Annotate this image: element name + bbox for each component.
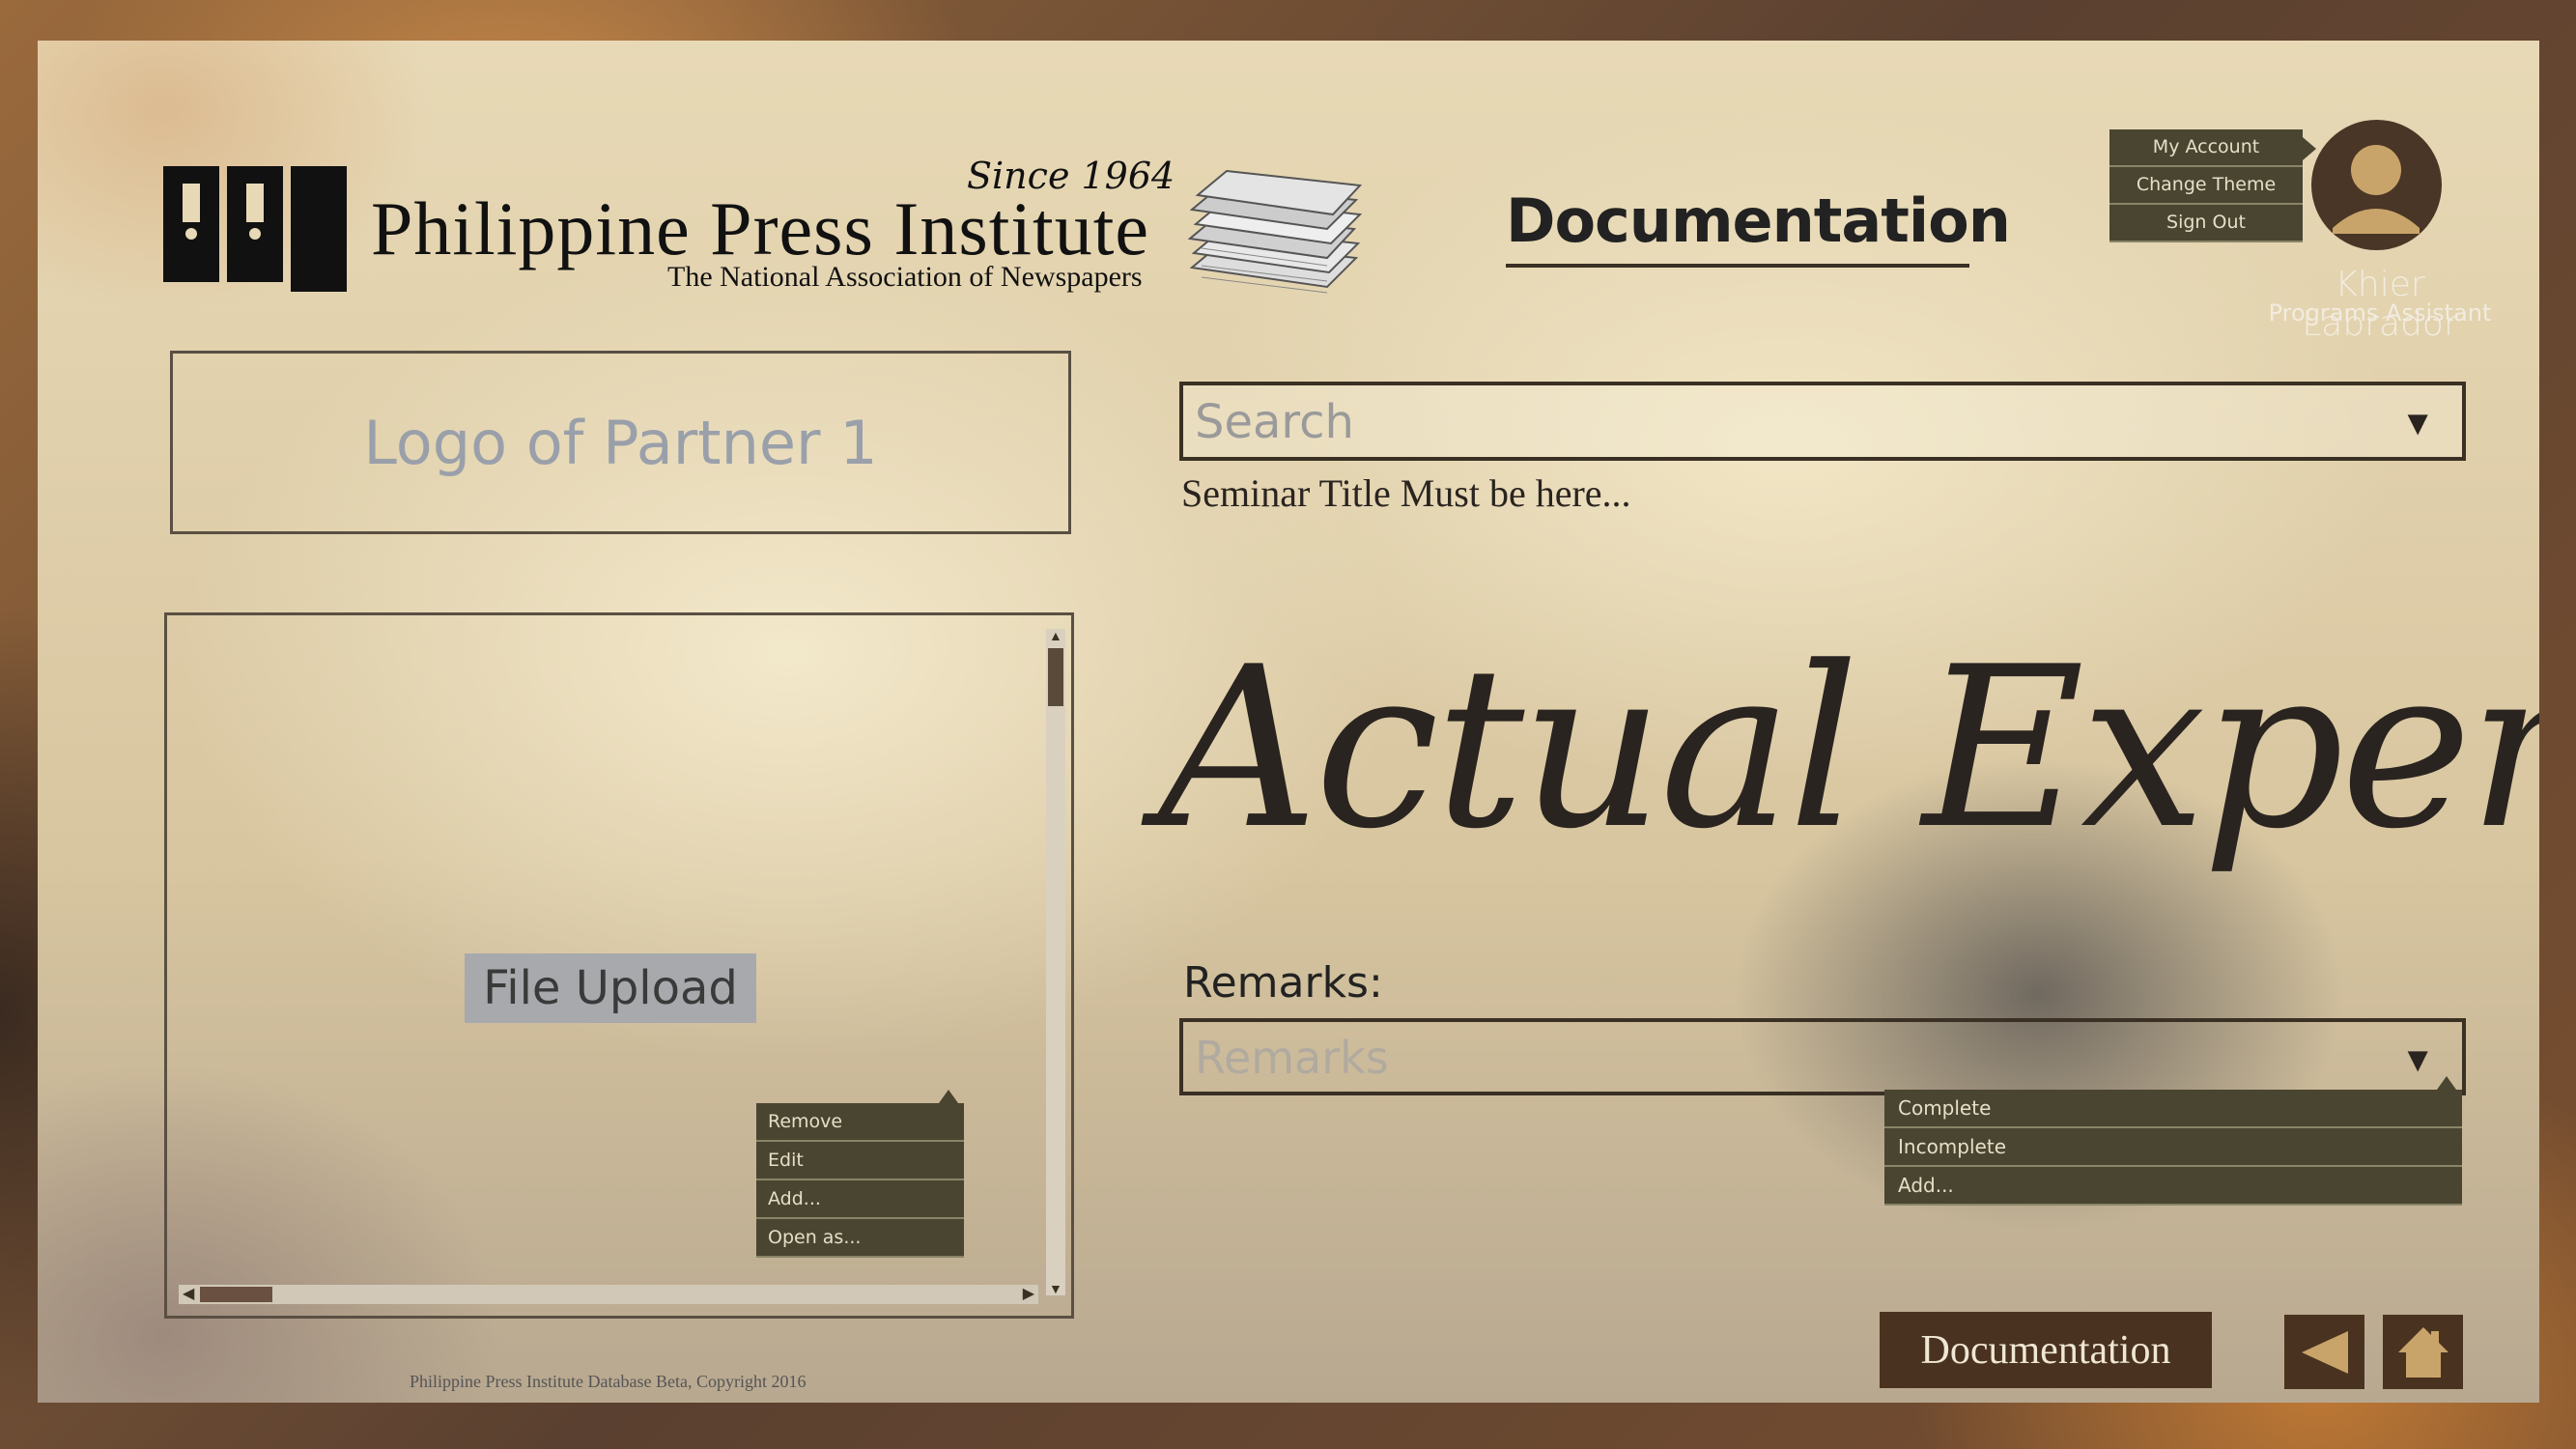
scroll-down-icon[interactable]: ▼ [1049, 1282, 1062, 1295]
remarks-input[interactable] [1183, 1022, 2394, 1094]
remarks-dropdown-menu: Complete Incomplete Add... [1884, 1076, 2462, 1206]
upload-vertical-scrollbar[interactable]: ▲ ▼ [1046, 629, 1065, 1295]
ppi-logo [163, 166, 347, 292]
upload-horizontal-scrollbar[interactable]: ◀ ▶ [179, 1285, 1038, 1304]
dropdown-pointer [2437, 1076, 2456, 1090]
newspaper-stack-image [1187, 169, 1363, 294]
org-tagline: The National Association of Newspapers [667, 261, 1143, 293]
context-item-edit[interactable]: Edit [756, 1142, 964, 1180]
copyright-text: Philippine Press Institute Database Beta… [410, 1372, 807, 1391]
remarks-option-incomplete[interactable]: Incomplete [1884, 1128, 2462, 1167]
page-heading: Actual Expense [1158, 620, 2539, 878]
dropdown-arrow-icon[interactable]: ▼ [2400, 403, 2435, 443]
home-icon [2397, 1326, 2449, 1378]
context-item-remove[interactable]: Remove [756, 1103, 964, 1142]
user-role: Programs Assistant [2268, 299, 2492, 327]
scroll-thumb[interactable] [200, 1287, 272, 1302]
seminar-title-hint: Seminar Title Must be here... [1181, 471, 1631, 515]
search-box[interactable]: ▼ [1179, 382, 2466, 461]
back-button[interactable] [2284, 1315, 2364, 1389]
section-title: Documentation [1506, 185, 2011, 268]
account-menu: My Account Change Theme Sign Out [2109, 129, 2316, 242]
file-context-menu: Remove Edit Add... Open as... [756, 1090, 964, 1258]
scroll-left-icon[interactable]: ◀ [183, 1286, 194, 1303]
scroll-thumb[interactable] [1048, 648, 1063, 706]
remarks-select[interactable]: ▼ [1179, 1018, 2466, 1095]
scroll-right-icon[interactable]: ▶ [1023, 1286, 1034, 1303]
remarks-label: Remarks: [1183, 958, 1383, 1008]
context-item-open-as[interactable]: Open as... [756, 1219, 964, 1258]
documentation-button[interactable]: Documentation [1880, 1312, 2212, 1388]
menu-item-my-account[interactable]: My Account [2109, 129, 2303, 167]
remarks-option-add[interactable]: Add... [1884, 1167, 2462, 1206]
file-upload-button[interactable]: File Upload [465, 953, 756, 1023]
dropdown-arrow-icon[interactable]: ▼ [2400, 1039, 2435, 1080]
user-avatar-icon[interactable] [2311, 120, 2442, 250]
back-arrow-icon [2301, 1330, 2348, 1374]
partner-logo-placeholder: Logo of Partner 1 [363, 407, 878, 478]
app-frame: Since 1964 Philippine Press Institute Th… [38, 41, 2539, 1403]
menu-item-sign-out[interactable]: Sign Out [2109, 205, 2303, 242]
remarks-option-complete[interactable]: Complete [1884, 1090, 2462, 1128]
home-button[interactable] [2383, 1315, 2463, 1389]
context-menu-pointer [939, 1090, 958, 1103]
scroll-up-icon[interactable]: ▲ [1049, 629, 1062, 642]
partner-logo-box: Logo of Partner 1 [170, 351, 1071, 534]
file-upload-panel[interactable]: File Upload Remove Edit Add... Open as..… [164, 612, 1074, 1319]
search-input[interactable] [1183, 385, 2394, 459]
menu-pointer [2303, 137, 2316, 160]
menu-item-change-theme[interactable]: Change Theme [2109, 167, 2303, 205]
org-name: Philippine Press Institute [371, 186, 1149, 270]
context-item-add[interactable]: Add... [756, 1180, 964, 1219]
